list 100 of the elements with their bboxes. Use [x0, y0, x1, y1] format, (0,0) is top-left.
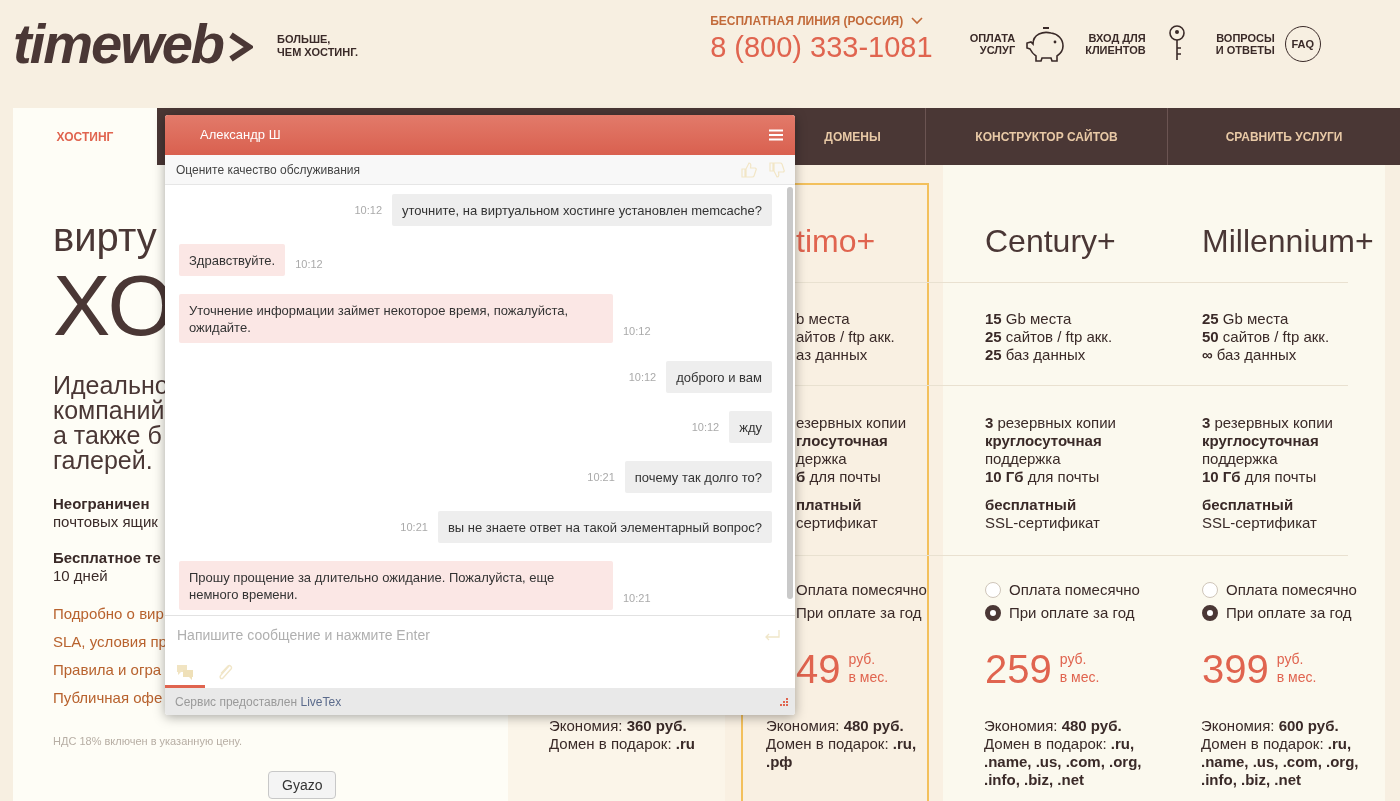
- plan-spec: ∞ баз данных: [1202, 346, 1297, 364]
- agent-name: Александр Ш: [200, 126, 281, 145]
- plan-feature: SSL-сертификат: [985, 514, 1100, 532]
- plan-spec: аз данных: [796, 346, 868, 364]
- plan-spec: 50 сайтов / ftp акк.: [1202, 328, 1330, 346]
- header-link[interactable]: ВОПРОСЫ И ОТВЕТЫ FAQ: [1215, 24, 1321, 64]
- radio-label[interactable]: Оплата помесячно: [1226, 580, 1357, 599]
- nav-tab[interactable]: ДОМЕНЫ: [780, 108, 925, 165]
- radio-label[interactable]: При оплате за год: [1226, 603, 1352, 622]
- info-link[interactable]: Подробно о вир: [53, 605, 164, 623]
- plan-spec: айтов / ftp акк.: [796, 328, 895, 346]
- tooltip: Gyazo: [268, 771, 337, 799]
- rating-prompt: Оцените качество обслуживания: [176, 161, 361, 179]
- hero-title: вирту: [53, 215, 157, 259]
- message-time: 10:21: [623, 590, 651, 606]
- feature-title: Неограничен: [53, 495, 150, 513]
- header-link[interactable]: ВХОД ДЛЯ КЛИЕНТОВ: [1085, 24, 1198, 64]
- plan-feature: платный: [796, 496, 862, 514]
- plan-feature: 3 резервных копии: [985, 414, 1116, 432]
- provider-link[interactable]: LiveTex: [300, 694, 342, 709]
- plan-spec: 15 Gb места: [985, 310, 1072, 328]
- thumbs-up-icon[interactable]: [741, 161, 757, 178]
- header-link[interactable]: ОПЛАТА УСЛУГ: [969, 24, 1068, 64]
- feature-text: почтовых ящик: [53, 513, 158, 531]
- plan-feature: б для почты: [796, 468, 881, 486]
- radio-label[interactable]: При оплате за год: [1009, 603, 1135, 622]
- message-bubble: почему так долго то?: [624, 461, 772, 493]
- plan-spec: 25 Gb места: [1202, 310, 1289, 328]
- tagline: БОЛЬШЕ, ЧЕМ ХОСТИНГ.: [277, 33, 359, 59]
- plan-feature: 3 резервных копии: [1202, 414, 1333, 432]
- message-time: 10:21: [400, 519, 428, 535]
- plan-name: Century+: [985, 222, 1116, 260]
- plan-price: 259: [985, 648, 1052, 690]
- radio-button[interactable]: [1202, 604, 1218, 621]
- menu-icon[interactable]: [769, 129, 783, 141]
- nav-tab[interactable]: КОНСТРУКТОР САЙТОВ: [925, 108, 1167, 165]
- chevron-down-icon[interactable]: [911, 17, 924, 25]
- plan-domains: Домен в подарок: .ru, .рф: [766, 735, 918, 771]
- scrollbar[interactable]: [787, 187, 793, 599]
- radio-button[interactable]: [985, 604, 1001, 621]
- plan-savings: Экономия: 360 руб.: [549, 717, 688, 735]
- plan-spec: 25 сайтов / ftp акк.: [985, 328, 1113, 346]
- message-time: 10:12: [295, 256, 323, 272]
- plan-name: timo+: [796, 222, 876, 260]
- plan-name: Millennium+: [1202, 222, 1374, 260]
- message-bubble: Здравствуйте.: [179, 244, 286, 276]
- message-time: 10:12: [691, 419, 720, 435]
- plan-feature: 10 Гб для почты: [1202, 468, 1317, 486]
- plan-domains: Домен в подарок: .ru, .name, .us, .com, .org, .info, .biz, .net: [984, 735, 1143, 789]
- enter-icon[interactable]: [764, 629, 780, 641]
- plan-feature: поддержка: [985, 450, 1061, 468]
- plan-price: 399: [1202, 648, 1269, 690]
- message-bubble: Прошу прощение за длительно ожидание. Пожалуйста, еще немного времени.: [179, 561, 613, 610]
- chevron-logo-icon: [227, 32, 254, 62]
- message-time: 10:12: [628, 369, 657, 385]
- plan-spec: b места: [796, 310, 850, 328]
- plan-savings: Экономия: 480 руб.: [984, 717, 1123, 735]
- feature-text: 10 дней: [53, 567, 108, 585]
- resize-grip-icon[interactable]: [779, 696, 789, 707]
- message-time: 10:12: [354, 202, 383, 218]
- message-bubble: уточните, на виртуальном хостинге установлен memcache?: [392, 194, 772, 226]
- message-time: 10:21: [587, 469, 615, 485]
- provider-credit: Сервис предоставлен LiveTex: [175, 693, 342, 711]
- plan-feature: поддержка: [1202, 450, 1278, 468]
- thumbs-down-icon[interactable]: [769, 161, 785, 178]
- speech-bubbles-icon: [176, 663, 194, 680]
- message-bubble: Уточнение информации займет некоторое время, пожалуйста, ожидайте.: [179, 294, 613, 343]
- plan-feature: держка: [796, 450, 847, 468]
- radio-label[interactable]: Оплата помесячно: [796, 580, 927, 599]
- feature-title: Бесплатное те: [53, 549, 161, 567]
- message-bubble: доброго и вам: [666, 361, 772, 393]
- price-period: в мес.: [1276, 668, 1317, 686]
- plan-savings: Экономия: 480 руб.: [766, 717, 905, 735]
- plan-feature: глосуточная: [796, 432, 888, 450]
- plan-feature: езервных копии: [796, 414, 907, 432]
- nav-tab[interactable]: СРАВНИТЬ УСЛУГИ: [1167, 108, 1400, 165]
- price-period: в мес.: [1059, 668, 1100, 686]
- price-currency: руб.: [848, 650, 877, 668]
- intro-text-line: галерей.: [53, 448, 153, 473]
- message-input[interactable]: Напишите сообщение и нажмите Enter: [165, 616, 795, 654]
- radio-label[interactable]: При оплате за год: [796, 603, 922, 622]
- plan-domains: Домен в подарок: .ru, .name, .us, .com, .org, .info, .biz, .net: [1201, 735, 1360, 789]
- plan-feature: сертификат: [796, 514, 878, 532]
- message-bubble: жду: [729, 411, 772, 443]
- vat-note: НДС 18% включен в указанную цену.: [53, 734, 243, 749]
- plan-feature: SSL-сертификат: [1202, 514, 1317, 532]
- price-period: в мес.: [848, 668, 889, 686]
- logo-text[interactable]: timeweb: [13, 14, 224, 74]
- info-link[interactable]: Публичная офе: [53, 689, 163, 707]
- plan-savings: Экономия: 600 руб.: [1201, 717, 1340, 735]
- plan-feature: бесплатный: [985, 496, 1077, 514]
- plan-feature: круглосуточная: [985, 432, 1102, 450]
- plan-domains: Домен в подарок: .ru: [549, 735, 696, 753]
- info-link[interactable]: Правила и огра: [53, 661, 162, 679]
- plan-feature: бесплатный: [1202, 496, 1294, 514]
- message-time: 10:12: [623, 323, 651, 339]
- radio-label[interactable]: Оплата помесячно: [1009, 580, 1140, 599]
- plan-feature: 10 Гб для почты: [985, 468, 1100, 486]
- paperclip-icon: [217, 662, 233, 681]
- plan-spec: 25 баз данных: [985, 346, 1086, 364]
